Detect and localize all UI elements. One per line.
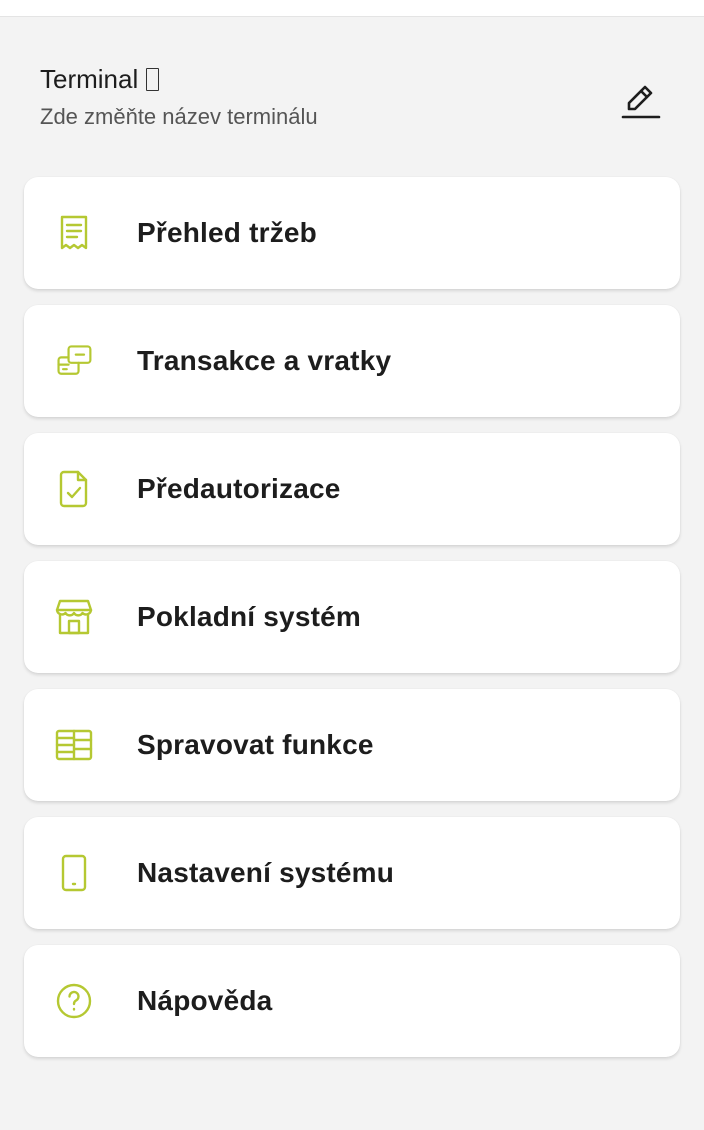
help-circle-icon [54, 981, 94, 1021]
top-bar [0, 0, 704, 17]
terminal-subtitle: Zde změňte název terminálu [40, 104, 318, 129]
card-transfer-icon [54, 341, 94, 381]
terminal-name: Terminal [40, 64, 139, 94]
menu-item-label: Spravovat funkce [137, 729, 374, 760]
terminal-title: Terminal [40, 62, 160, 96]
menu-item-sales-overview[interactable]: Přehled tržeb [24, 177, 680, 289]
menu-item-label: Pokladní systém [137, 601, 361, 632]
menu-item-preauthorization[interactable]: Předautorizace [24, 433, 680, 545]
edit-terminal-name-button[interactable] [616, 76, 666, 126]
document-check-icon [54, 469, 94, 509]
store-icon [54, 597, 94, 637]
receipt-icon [54, 213, 94, 253]
menu-item-label: Přehled tržeb [137, 217, 317, 248]
menu-item-label: Nastavení systému [137, 857, 395, 888]
pencil-icon [619, 79, 663, 123]
menu-item-pos-system[interactable]: Pokladní systém [24, 561, 680, 673]
phone-icon [54, 853, 94, 893]
menu-item-label: Předautorizace [137, 473, 341, 504]
terminal-header: Terminal Zde změňte název terminálu [40, 62, 664, 138]
main-menu: Přehled tržeb Transakce a vratky Předaut… [24, 177, 680, 1073]
menu-item-label: Transakce a vratky [137, 345, 392, 376]
modules-icon [54, 725, 94, 765]
menu-item-system-settings[interactable]: Nastavení systému [24, 817, 680, 929]
placeholder-glyph-icon [146, 68, 160, 91]
menu-item-label: Nápověda [137, 985, 273, 1016]
menu-item-help[interactable]: Nápověda [24, 945, 680, 1057]
menu-item-transactions-refunds[interactable]: Transakce a vratky [24, 305, 680, 417]
menu-item-manage-features[interactable]: Spravovat funkce [24, 689, 680, 801]
